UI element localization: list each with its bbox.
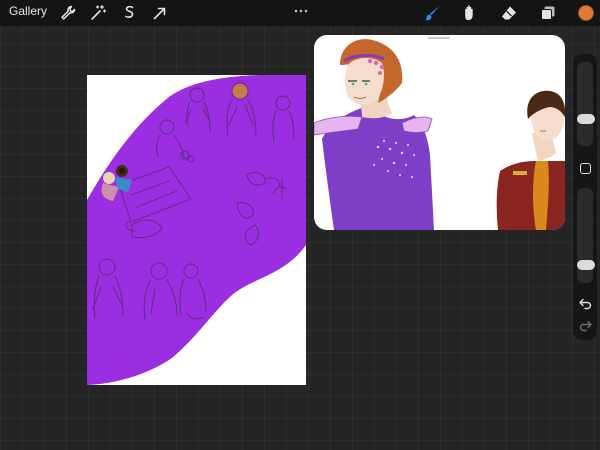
selection-icon[interactable]: [119, 3, 139, 23]
reference-artwork: [314, 39, 565, 230]
transform-arrow-icon[interactable]: [150, 3, 170, 23]
reference-grab-handle[interactable]: [428, 37, 450, 39]
brush-size-slider-thumb[interactable]: [577, 113, 595, 124]
drawing-canvas[interactable]: [87, 75, 306, 385]
color-picker-button[interactable]: [578, 5, 594, 21]
layers-icon[interactable]: [538, 3, 558, 23]
canvas-artwork: [87, 75, 306, 385]
eraser-icon[interactable]: [499, 3, 519, 23]
gallery-button[interactable]: Gallery: [9, 4, 47, 18]
wrench-icon[interactable]: [58, 3, 78, 23]
brush-size-slider-track[interactable]: [577, 62, 593, 146]
more-options-icon[interactable]: [293, 2, 309, 13]
smudge-icon[interactable]: [459, 3, 479, 23]
magic-wand-icon[interactable]: [88, 3, 108, 23]
opacity-slider-thumb[interactable]: [577, 260, 595, 271]
redo-icon[interactable]: [578, 318, 593, 333]
modify-button[interactable]: [580, 163, 591, 174]
undo-icon[interactable]: [578, 296, 593, 311]
brush-icon[interactable]: [423, 3, 443, 23]
reference-window[interactable]: [314, 35, 565, 230]
